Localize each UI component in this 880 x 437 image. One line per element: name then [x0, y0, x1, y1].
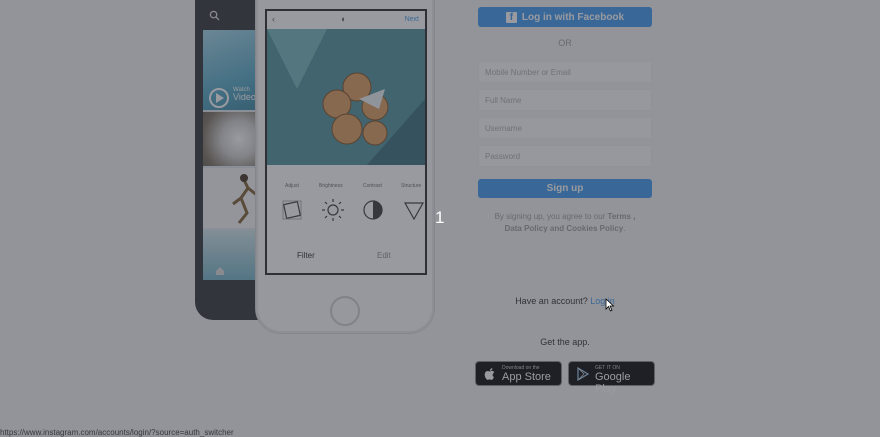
- adjust-icon: [282, 200, 302, 220]
- mouse-cursor-icon: [605, 298, 615, 312]
- login-prompt-text: Have an account?: [515, 296, 588, 306]
- facebook-icon: f: [505, 11, 517, 23]
- get-app-text: Get the app.: [540, 337, 590, 347]
- terms-text: By signing up, you agree to our Terms , …: [488, 211, 642, 235]
- google-play-badge[interactable]: GET IT ON Google Play: [568, 361, 655, 395]
- mobile-or-email-field[interactable]: [478, 61, 652, 83]
- google-play-label: Google Play: [595, 371, 631, 395]
- apple-icon: [484, 368, 495, 380]
- full-name-field[interactable]: [478, 89, 652, 111]
- brightness-icon: ◐: [341, 14, 347, 24]
- tab-brightness: Brightness: [319, 183, 343, 189]
- tab-structure: Structure: [401, 183, 422, 189]
- sun-icon: [322, 199, 344, 221]
- phone-home-button: [330, 296, 360, 326]
- next-link: Next: [404, 16, 419, 23]
- play-icon: [209, 88, 229, 108]
- tab-filter: Filter: [297, 251, 315, 260]
- home-icon: [216, 267, 224, 275]
- username-field[interactable]: [478, 117, 652, 139]
- or-divider: OR: [558, 38, 572, 48]
- structure-icon: [403, 202, 425, 221]
- step-number: 1: [435, 208, 445, 227]
- terms-suffix: .: [623, 224, 626, 233]
- app-store-label: App Store: [502, 371, 551, 383]
- password-field[interactable]: [478, 145, 652, 167]
- status-url: https://www.instagram.com/accounts/login…: [0, 428, 234, 437]
- tab-contrast: Contrast: [363, 183, 382, 189]
- editor-photo: [267, 29, 425, 165]
- facebook-login-label: Log in with Facebook: [521, 11, 625, 23]
- chevron-left-icon: ‹: [272, 14, 275, 24]
- signup-button[interactable]: Sign up: [478, 179, 652, 198]
- login-prompt: Have an account? Log in: [478, 296, 652, 306]
- contrast-icon: [363, 200, 383, 220]
- phone-front-mockup: ‹ ◐ Next Adjust Brightness Contrast Stru…: [255, 0, 435, 334]
- facebook-login-button[interactable]: f Log in with Facebook: [478, 7, 652, 27]
- tab-edit: Edit: [377, 251, 391, 260]
- adjust-tools: [267, 197, 425, 227]
- terms-prefix: By signing up, you agree to our: [494, 212, 606, 221]
- search-icon: [209, 10, 220, 21]
- tab-adjust: Adjust: [285, 183, 299, 189]
- app-store-badge[interactable]: Download on the App Store: [475, 361, 562, 386]
- google-play-icon: [577, 367, 590, 381]
- phone-front-screen: ‹ ◐ Next Adjust Brightness Contrast Stru…: [265, 9, 427, 275]
- editor-topbar: ‹ ◐ Next: [267, 11, 425, 29]
- video-caption-2: Video: [233, 92, 256, 102]
